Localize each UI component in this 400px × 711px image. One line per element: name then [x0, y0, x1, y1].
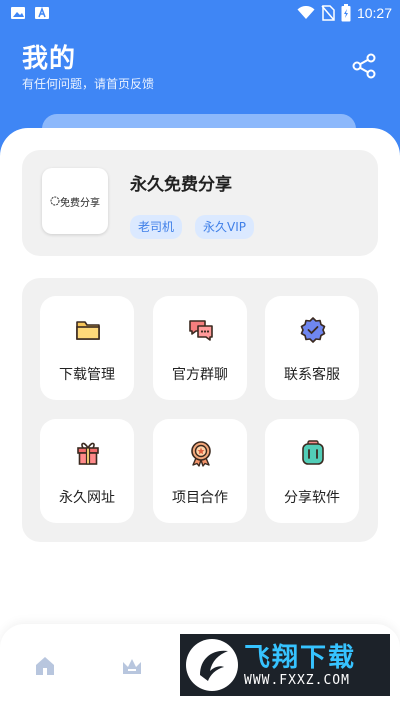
menu-item-label: 下载管理	[59, 367, 115, 383]
folder-icon	[76, 321, 100, 340]
font-notification-icon	[35, 6, 49, 19]
menu-item-project-cooperation[interactable]: 项目合作	[153, 419, 247, 523]
image-notification-icon	[11, 7, 25, 19]
wifi-icon	[297, 6, 315, 19]
menu-item-share-app[interactable]: 分享软件	[265, 419, 359, 523]
watermark-url: WWW.FXXZ.COM	[244, 672, 350, 688]
share-icon[interactable]	[350, 52, 378, 80]
page-title: 我的	[22, 44, 77, 74]
battery-icon	[341, 4, 351, 22]
tag-vip: 永久VIP	[195, 215, 254, 239]
chat-icon	[189, 320, 213, 341]
watermark-title: 飞翔下载	[244, 642, 357, 673]
avatar[interactable]: 免费分享	[42, 168, 108, 234]
home-icon[interactable]	[33, 654, 57, 678]
menu-item-customer-service[interactable]: 联系客服	[265, 296, 359, 400]
menu-grid: 下载管理 官方群聊 联系客服 永久网址 项目合作 分享软件	[22, 278, 378, 542]
logo-mark-icon	[50, 196, 60, 206]
share-app-icon	[302, 440, 324, 465]
crown-icon[interactable]	[120, 654, 144, 678]
menu-item-permanent-url[interactable]: 永久网址	[40, 419, 134, 523]
no-sim-icon	[321, 5, 335, 21]
status-time: 10:27	[356, 5, 392, 21]
service-badge-icon	[300, 317, 326, 343]
menu-item-download-manager[interactable]: 下载管理	[40, 296, 134, 400]
watermark-logo-icon	[186, 639, 238, 691]
gift-icon	[77, 442, 99, 465]
medal-icon	[191, 441, 211, 467]
avatar-logo-text: 免费分享	[60, 197, 100, 209]
menu-item-label: 分享软件	[284, 490, 340, 506]
menu-item-label: 联系客服	[284, 367, 340, 383]
menu-item-label: 官方群聊	[172, 367, 228, 383]
menu-item-label: 永久网址	[59, 490, 115, 506]
profile-card: 免费分享 永久免费分享 老司机 永久VIP	[22, 150, 378, 256]
menu-item-official-group[interactable]: 官方群聊	[153, 296, 247, 400]
status-bar: 10:27	[0, 0, 400, 28]
profile-name: 永久免费分享	[130, 175, 232, 195]
watermark: 飞翔下载 WWW.FXXZ.COM	[180, 634, 390, 696]
page-subtitle: 有任何问题，请首页反馈	[22, 77, 155, 91]
tag-level: 老司机	[130, 215, 183, 239]
menu-item-label: 项目合作	[172, 490, 228, 506]
